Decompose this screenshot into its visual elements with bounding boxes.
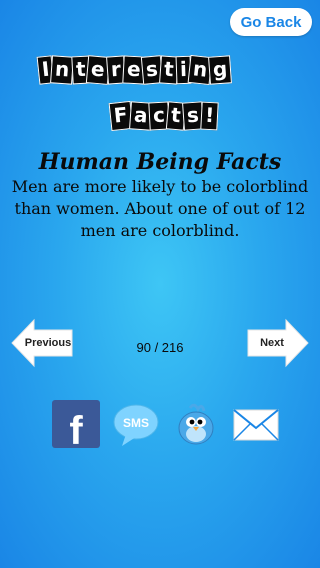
logo-letter-tile: g: [207, 55, 233, 85]
go-back-button[interactable]: Go Back: [230, 8, 312, 36]
sms-label: SMS: [123, 416, 149, 430]
mail-icon: [233, 409, 279, 441]
next-label: Next: [260, 337, 284, 349]
share-sms-button[interactable]: SMS: [112, 400, 160, 448]
next-button[interactable]: Next: [246, 318, 310, 368]
logo-letter-tile: !: [199, 101, 219, 131]
logo-line-2: Fa c t s!: [108, 100, 219, 132]
share-email-button[interactable]: [232, 400, 280, 448]
sms-icon: SMS: [113, 404, 159, 446]
facebook-glyph: f: [69, 409, 83, 448]
previous-button[interactable]: Previous: [10, 318, 74, 368]
twitter-bird-icon: [178, 403, 214, 445]
share-facebook-button[interactable]: f: [52, 400, 100, 453]
share-twitter-button[interactable]: [172, 400, 220, 448]
facebook-icon: f: [52, 400, 100, 453]
previous-label: Previous: [24, 337, 72, 349]
fact-counter: 90 / 216: [136, 340, 184, 355]
logo-line-1: Interesting: [36, 54, 233, 86]
app-logo: Interesting Fa c t s!: [28, 52, 292, 138]
fact-text: Men are more likely to be colorblind tha…: [11, 177, 309, 240]
fact-category-title: Human Being Facts: [38, 149, 282, 175]
